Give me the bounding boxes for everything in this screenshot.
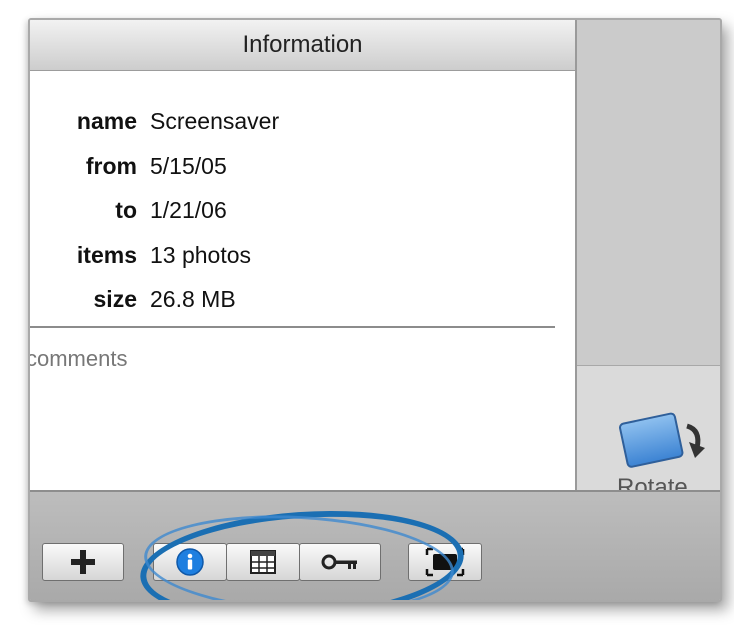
- information-header: Information: [30, 20, 575, 71]
- rotate-icon: [619, 412, 705, 468]
- rotate-button[interactable]: [617, 404, 717, 484]
- row-value[interactable]: Screensaver: [150, 108, 279, 135]
- bottom-toolbar: [30, 490, 720, 600]
- info-row-to: to 1/21/06: [30, 197, 575, 231]
- row-label: items: [76, 242, 137, 268]
- comments-field[interactable]: comments: [30, 346, 127, 372]
- info-row-from: from 5/15/05: [30, 153, 575, 187]
- row-value: 1/21/06: [150, 197, 227, 223]
- row-label: size: [93, 286, 137, 312]
- information-panel: Information name Screensaver from 5/15/0…: [30, 20, 577, 490]
- add-button[interactable]: [42, 543, 124, 581]
- row-value: 26.8 MB: [150, 286, 236, 312]
- info-row-items: items 13 photos: [30, 242, 575, 276]
- divider: [30, 326, 555, 328]
- screenshot-frame: Information name Screensaver from 5/15/0…: [28, 18, 722, 602]
- plus-icon: [71, 550, 95, 574]
- photo-area: Rotate: [577, 20, 720, 501]
- row-label: to: [115, 197, 137, 223]
- row-value: 5/15/05: [150, 153, 227, 179]
- info-row-name: name Screensaver: [30, 108, 575, 142]
- row-label: from: [85, 153, 137, 179]
- row-value: 13 photos: [150, 242, 252, 268]
- row-label: name: [76, 108, 137, 134]
- info-row-size: size 26.8 MB: [30, 286, 575, 320]
